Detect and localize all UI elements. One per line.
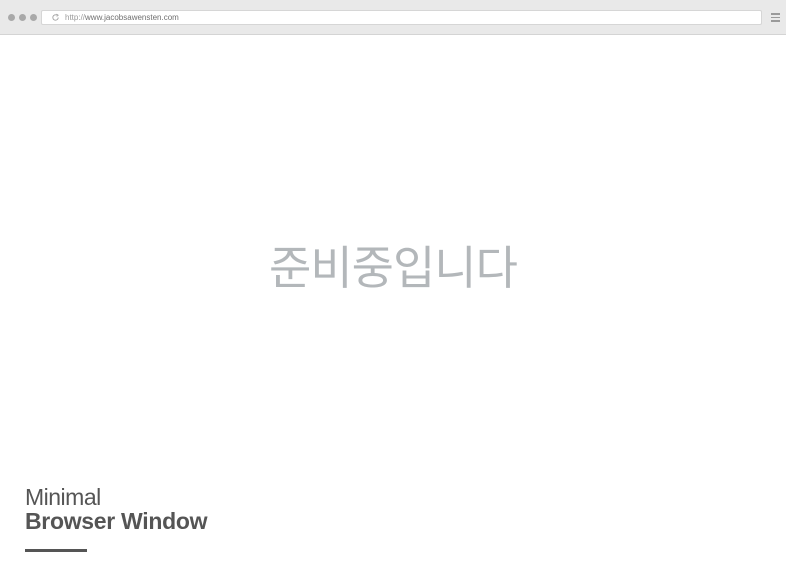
url-domain: www.jacobsawensten.com xyxy=(85,13,179,22)
url-protocol: http:// xyxy=(65,13,86,22)
caption: Minimal Browser Window xyxy=(25,485,207,533)
caption-title-light: Minimal xyxy=(25,484,101,510)
window-control-dot[interactable] xyxy=(30,14,37,21)
coming-soon-message: 준비중입니다 xyxy=(269,242,518,294)
window-controls xyxy=(8,14,37,21)
address-bar[interactable]: http://www.jacobsawensten.com xyxy=(41,10,762,25)
window-control-dot[interactable] xyxy=(8,14,15,21)
browser-chrome: http://www.jacobsawensten.com xyxy=(0,0,786,35)
url-text[interactable]: http://www.jacobsawensten.com xyxy=(65,12,179,24)
page: http://www.jacobsawensten.com 준비중입니다 Min… xyxy=(0,0,786,572)
window-control-dot[interactable] xyxy=(19,14,26,21)
hamburger-menu-icon[interactable] xyxy=(771,13,780,22)
reload-icon[interactable] xyxy=(51,13,60,22)
caption-title-bold: Browser Window xyxy=(25,508,208,534)
caption-underline xyxy=(25,549,87,552)
